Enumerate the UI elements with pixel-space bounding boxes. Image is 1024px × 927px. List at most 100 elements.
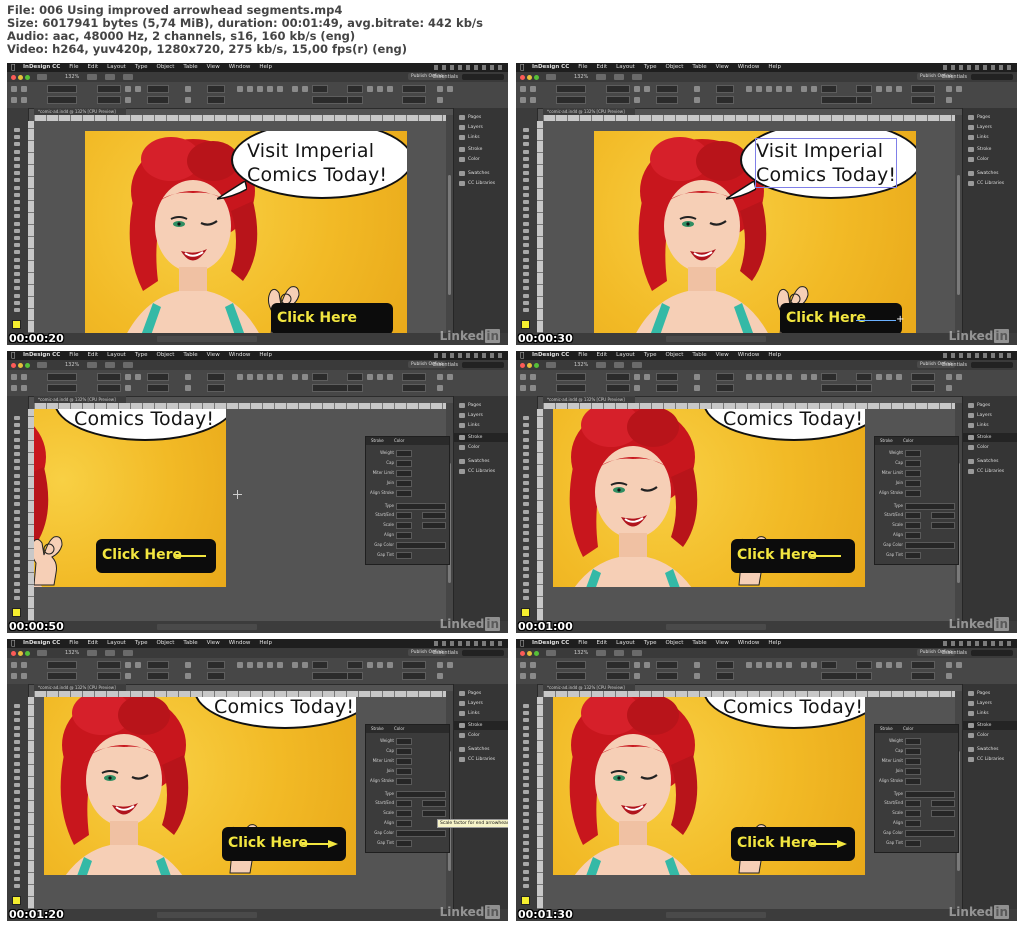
control-button[interactable] xyxy=(267,374,273,380)
control-field[interactable] xyxy=(47,85,77,93)
panel-cc-libraries[interactable]: CC Libraries xyxy=(963,755,1017,764)
stroke-row-field[interactable] xyxy=(396,820,412,827)
arrange-documents-icon[interactable] xyxy=(632,74,642,80)
menu-item[interactable]: Layout xyxy=(107,64,126,70)
panel-cc-libraries[interactable]: CC Libraries xyxy=(454,467,508,476)
control-field[interactable] xyxy=(347,373,363,381)
tool-icon[interactable] xyxy=(523,516,529,521)
tool-icon[interactable] xyxy=(14,192,20,197)
tab-stroke[interactable]: Stroke xyxy=(371,725,384,733)
tool-icon[interactable] xyxy=(523,257,529,262)
control-button[interactable] xyxy=(11,86,17,92)
tool-icon[interactable] xyxy=(14,466,20,471)
tool-icon[interactable] xyxy=(14,876,20,881)
tool-icon[interactable] xyxy=(523,200,529,204)
control-button[interactable] xyxy=(801,374,807,380)
control-button[interactable] xyxy=(21,673,27,679)
stroke-row-field[interactable] xyxy=(905,460,921,467)
control-button[interactable] xyxy=(756,86,762,92)
stroke-row-field[interactable] xyxy=(905,758,921,765)
bridge-icon[interactable] xyxy=(546,650,556,656)
tool-icon[interactable] xyxy=(523,833,529,838)
stroke-row-field[interactable] xyxy=(396,460,412,467)
tool-icon[interactable] xyxy=(14,214,20,219)
menu-item[interactable]: File xyxy=(69,64,78,70)
stroke-row-field[interactable] xyxy=(396,470,412,477)
menu-item[interactable]: Window xyxy=(738,640,760,646)
tool-icon[interactable] xyxy=(523,473,529,478)
control-button[interactable] xyxy=(387,86,393,92)
stroke-row-field[interactable] xyxy=(905,503,955,510)
stroke-row-field-end[interactable] xyxy=(422,522,446,529)
control-field[interactable] xyxy=(911,672,935,680)
control-field[interactable] xyxy=(556,373,586,381)
control-button[interactable] xyxy=(520,86,526,92)
stroke-row-field-end[interactable] xyxy=(931,512,955,519)
control-field[interactable] xyxy=(856,373,872,381)
control-button[interactable] xyxy=(776,86,782,92)
control-field[interactable] xyxy=(606,384,630,392)
control-field[interactable] xyxy=(312,373,328,381)
control-button[interactable] xyxy=(694,673,700,679)
panel-layers[interactable]: Layers xyxy=(454,123,508,132)
menu-item[interactable]: Table xyxy=(692,640,706,646)
apple-icon[interactable]:  xyxy=(11,639,15,648)
control-button[interactable] xyxy=(125,662,131,668)
maximize-window-icon[interactable] xyxy=(534,651,539,656)
tool-icon[interactable] xyxy=(14,704,20,708)
stroke-row-field[interactable] xyxy=(905,840,921,847)
control-button[interactable] xyxy=(247,86,253,92)
control-field[interactable] xyxy=(47,672,77,680)
menu-item[interactable]: Help xyxy=(768,64,781,70)
control-button[interactable] xyxy=(946,97,952,103)
control-button[interactable] xyxy=(946,385,952,391)
workspace-switcher[interactable]: Essentials xyxy=(433,73,458,81)
panel-stroke[interactable]: Stroke xyxy=(963,433,1017,442)
stroke-row-field[interactable] xyxy=(396,490,412,497)
control-field[interactable] xyxy=(207,85,225,93)
menu-item[interactable]: File xyxy=(578,64,587,70)
close-window-icon[interactable] xyxy=(520,363,525,368)
control-field[interactable] xyxy=(97,85,121,93)
control-field[interactable] xyxy=(716,96,734,104)
control-field[interactable] xyxy=(606,672,630,680)
control-button[interactable] xyxy=(946,662,952,668)
control-button[interactable] xyxy=(886,374,892,380)
control-button[interactable] xyxy=(302,662,308,668)
zoom-level[interactable]: 132% xyxy=(65,649,79,657)
control-button[interactable] xyxy=(21,374,27,380)
tab-stroke[interactable]: Stroke xyxy=(371,437,384,445)
panel-swatches[interactable]: Swatches xyxy=(963,169,1017,178)
speech-bubble-text[interactable]: Comics Today! xyxy=(723,409,863,431)
tool-icon[interactable] xyxy=(14,588,20,593)
control-button[interactable] xyxy=(520,374,526,380)
control-field[interactable] xyxy=(147,384,169,392)
control-button[interactable] xyxy=(530,673,536,679)
control-field[interactable] xyxy=(716,85,734,93)
control-button[interactable] xyxy=(11,673,17,679)
tool-icon[interactable] xyxy=(14,567,20,572)
bridge-icon[interactable] xyxy=(546,74,556,80)
control-button[interactable] xyxy=(437,97,443,103)
adobe-stock-search[interactable] xyxy=(462,650,504,656)
close-window-icon[interactable] xyxy=(11,363,16,368)
apple-icon[interactable]:  xyxy=(11,63,15,72)
tool-icon[interactable] xyxy=(523,581,529,586)
menu-item[interactable]: Type xyxy=(644,352,657,358)
control-field[interactable] xyxy=(656,661,678,669)
stroke-row-field[interactable] xyxy=(396,480,412,487)
adobe-stock-search[interactable] xyxy=(462,362,504,368)
control-field[interactable] xyxy=(911,85,935,93)
control-field[interactable] xyxy=(47,373,77,381)
tool-icon[interactable] xyxy=(14,783,20,788)
tool-icon[interactable] xyxy=(523,840,529,845)
stroke-row-field[interactable] xyxy=(905,778,921,785)
control-field[interactable] xyxy=(47,384,77,392)
control-button[interactable] xyxy=(786,374,792,380)
stroke-row-field[interactable] xyxy=(396,840,412,847)
control-button[interactable] xyxy=(21,97,27,103)
control-button[interactable] xyxy=(21,662,27,668)
control-button[interactable] xyxy=(801,86,807,92)
preflight-indicator[interactable] xyxy=(666,912,766,918)
fill-swatch-icon[interactable] xyxy=(12,320,21,329)
